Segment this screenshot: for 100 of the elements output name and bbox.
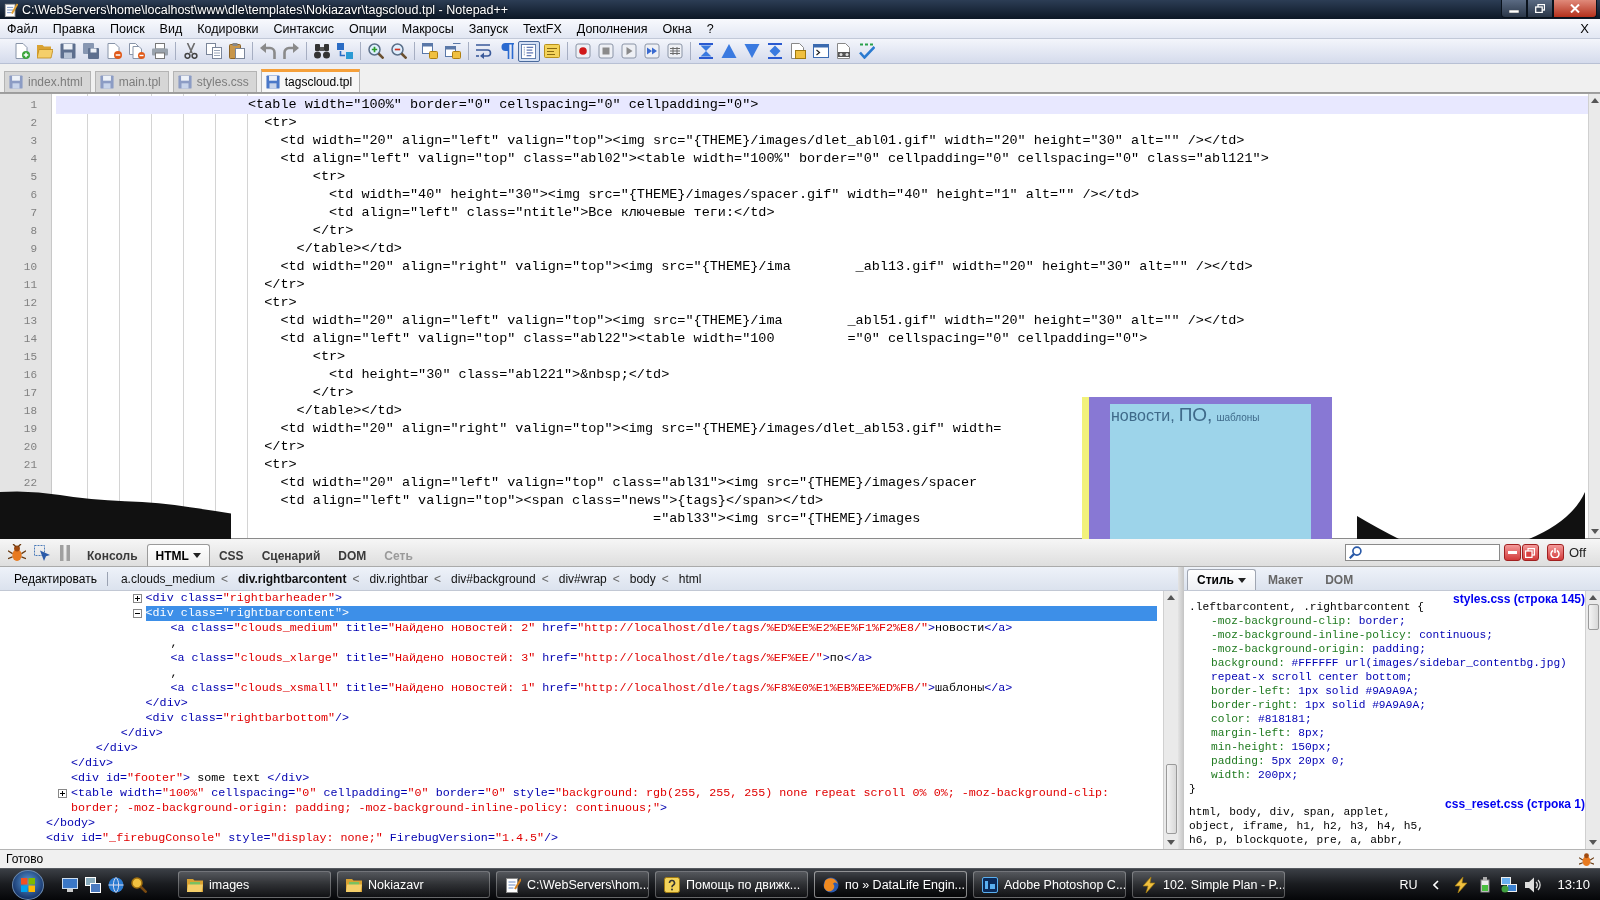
taskbar-button[interactable]: Помощь по движк... [655, 871, 808, 898]
menu-item[interactable]: Кодировки [193, 21, 263, 36]
document-icon[interactable] [835, 43, 852, 59]
html-node-line[interactable]: </body> [46, 816, 96, 831]
menu-item[interactable]: Синтаксис [269, 21, 338, 36]
panel-tab[interactable]: CSS [209, 544, 253, 566]
word-wrap-icon[interactable] [475, 43, 492, 59]
menu-item[interactable]: Макросы [397, 21, 458, 36]
html-node-line[interactable]: </div> [95, 741, 138, 756]
taskbar-button[interactable]: Nokiazavr [337, 871, 490, 898]
indent-guide-icon[interactable] [518, 40, 540, 62]
menu-item[interactable]: ? [702, 21, 718, 36]
breadcrumb-link[interactable]: div#wrap [558, 571, 607, 586]
plus-box-icon[interactable] [132, 594, 142, 603]
menu-item[interactable]: Окна [658, 21, 696, 36]
plus-box-icon[interactable] [57, 789, 67, 798]
minimize-button[interactable] [1503, 544, 1521, 561]
console-icon[interactable] [812, 43, 829, 59]
menu-item[interactable]: Вид [155, 21, 187, 36]
binoculars-icon[interactable] [313, 43, 330, 59]
panel-tab[interactable]: Макет [1257, 569, 1314, 590]
new-file-icon[interactable] [13, 43, 30, 59]
printer-icon[interactable] [151, 43, 168, 59]
restore-button[interactable] [1527, 0, 1553, 18]
menu-item[interactable]: TextFX [518, 21, 566, 36]
zoom-in-icon[interactable] [367, 43, 384, 59]
detach-button[interactable] [1521, 544, 1539, 561]
clipboard-icon[interactable] [228, 43, 245, 59]
html-node-line[interactable]: </div> [145, 696, 188, 711]
hourglass-icon[interactable] [697, 43, 714, 59]
breadcrumb-link[interactable]: div#background [450, 571, 536, 586]
scrollbar[interactable] [1585, 591, 1600, 849]
note-icon[interactable] [543, 43, 560, 59]
html-node-line[interactable]: , [170, 636, 178, 651]
clock-time[interactable]: 13:10 [1557, 877, 1590, 892]
panel-tab[interactable]: DOM [1315, 569, 1364, 590]
lightning-icon[interactable] [1453, 876, 1470, 893]
html-node-line[interactable]: </div> [120, 726, 163, 741]
html-node-line[interactable]: <div id="_firebugConsole" style="display: none;" FirebugVersion="1.4.5"/> [46, 831, 559, 846]
window-square-icon[interactable] [444, 43, 461, 59]
window-square-icon[interactable] [421, 43, 438, 59]
html-node-line[interactable]: <table width="100%" cellspacing="0" cellpadding="0" border="0" style="background: rgb(255, 255, 255) none repeat scroll 0% 0%; -moz-background-clip: border; -moz-background-origin: padding; -moz-background-inline-policy: continuous;"> [70, 786, 1157, 816]
power-button[interactable] [1546, 544, 1564, 561]
taskbar-button[interactable]: C:\WebServers\hom... [496, 871, 649, 898]
triangle-down-icon[interactable] [743, 43, 760, 59]
menu-item[interactable]: Опции [345, 21, 391, 36]
scissors-icon[interactable] [182, 43, 199, 59]
breadcrumb-link[interactable]: a.clouds_medium [120, 571, 215, 586]
replace-icon[interactable] [336, 43, 353, 59]
taskbar-button[interactable]: images [178, 871, 331, 898]
panel-tab[interactable]: Консоль [78, 544, 147, 566]
panel-tab[interactable]: Сценарий [252, 544, 330, 566]
html-node-line[interactable]: <a class="clouds_medium" title="Найдено новостей: 2" href="http://localhost/dle/tags/%ED%EE%E2%EE%F1%F2%E8/">новости</a> [170, 621, 1013, 636]
scrollbar[interactable] [1588, 94, 1600, 538]
tag-link[interactable]: ПО, [1178, 404, 1213, 426]
source-link[interactable]: css_reset.css (строка 1) [1445, 798, 1585, 810]
html-node-line[interactable]: <a class="clouds_xlarge" title="Найдено новостей: 3" href="http://localhost/dle/tags/%EF%EE/">по</a> [170, 651, 872, 666]
search-field[interactable] [1344, 544, 1500, 561]
play-icon[interactable] [620, 43, 637, 59]
menu-item[interactable]: Файл [3, 21, 42, 36]
bug-icon[interactable] [8, 543, 26, 562]
menu-item[interactable]: Дополнения [572, 21, 652, 36]
breadcrumb-link[interactable]: body [629, 571, 656, 586]
triangle-up-icon[interactable] [720, 43, 737, 59]
panel-tab[interactable]: DOM [329, 544, 376, 566]
stop-icon[interactable] [597, 43, 614, 59]
menu-item[interactable]: Поиск [105, 21, 149, 36]
chevron-icon[interactable] [1433, 879, 1440, 890]
tag-link[interactable]: новости, [1111, 407, 1175, 425]
record-icon[interactable] [574, 43, 591, 59]
magnifier-icon[interactable] [131, 876, 147, 893]
network-icon[interactable] [1501, 876, 1518, 893]
fast-forward-icon[interactable] [643, 43, 660, 59]
taskbar-button[interactable]: Adobe Photoshop C... [973, 871, 1126, 898]
zoom-out-icon[interactable] [390, 43, 407, 59]
close-document-button[interactable]: X [1577, 21, 1592, 36]
minimize-button[interactable] [1501, 0, 1527, 18]
undo-icon[interactable] [259, 43, 276, 59]
inspect-icon[interactable] [34, 544, 50, 561]
copy-icon[interactable] [205, 43, 222, 59]
scrollbar-thumb[interactable] [1165, 764, 1177, 834]
html-node-line[interactable]: , [170, 666, 178, 681]
redo-icon[interactable] [282, 43, 299, 59]
breadcrumb-link[interactable]: div.rightbar [369, 571, 428, 586]
menu-item[interactable]: Правка [48, 21, 99, 36]
source-link[interactable]: styles.css (строка 145) [1453, 593, 1585, 605]
globe-icon[interactable] [108, 876, 124, 893]
scrollbar-thumb[interactable] [1587, 604, 1599, 630]
start-button[interactable] [12, 869, 44, 900]
file-tab[interactable]: tagscloud.tpl [260, 69, 361, 92]
html-node-line[interactable]: <a class="clouds_xsmall" title="Найдено новостей: 1" href="http://localhost/dle/tags/%F8%E0%E1%EB%EE%ED%FB/">шаблоны</a> [170, 681, 1013, 696]
bug-icon[interactable] [1579, 851, 1594, 867]
breadcrumb-link[interactable]: div.rightbarcontent [238, 571, 347, 586]
tick-icon[interactable] [858, 43, 875, 59]
panel-tab[interactable]: HTML [146, 544, 210, 566]
scrollbar[interactable] [1163, 591, 1178, 849]
taskbar-button[interactable]: 102. Simple Plan - P... [1132, 871, 1285, 898]
page-minus-icon[interactable] [105, 43, 122, 59]
taskbar-button[interactable]: по » DataLife Engin... [814, 871, 967, 898]
windows-stack-icon[interactable] [85, 876, 101, 893]
